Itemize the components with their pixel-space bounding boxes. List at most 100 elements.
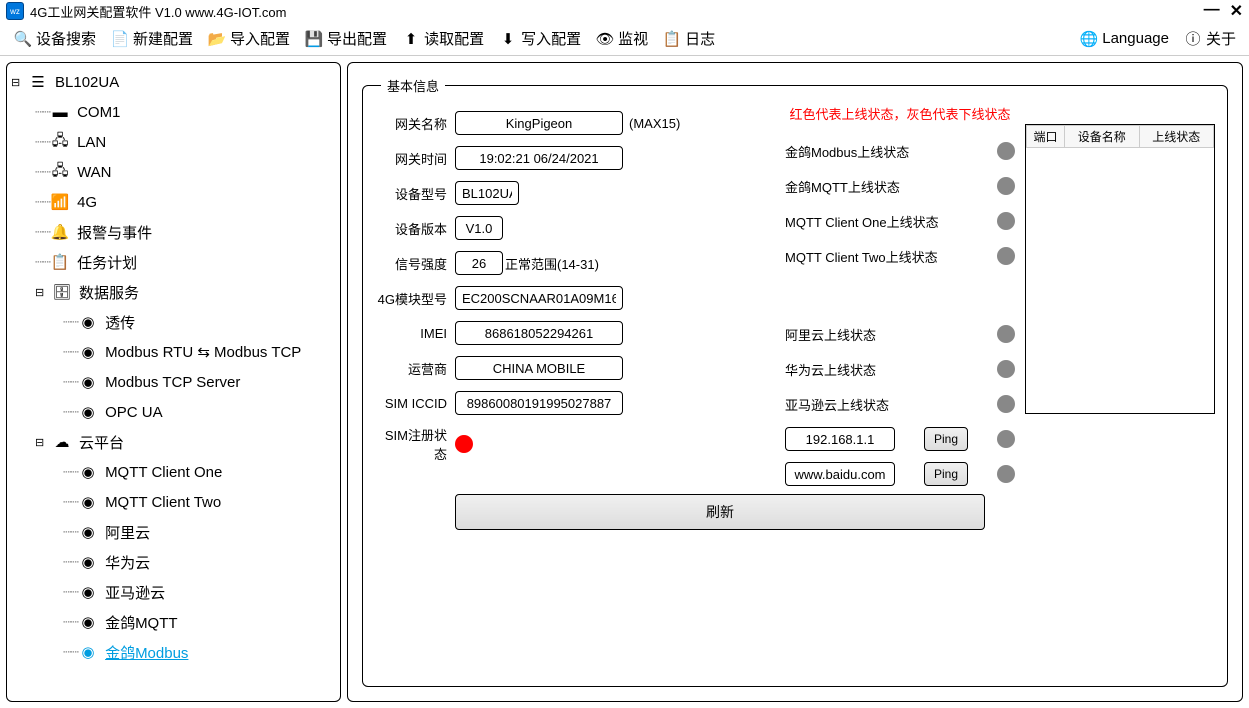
folder-open-icon: 📂 <box>207 29 227 49</box>
tree-node-lan[interactable]: ┈┈🖧LAN <box>7 127 340 157</box>
dot-icon: ◉ <box>77 523 99 541</box>
tree-node-opc-ua[interactable]: ┈┈◉OPC UA <box>7 397 340 427</box>
signal-input[interactable] <box>455 251 503 275</box>
device-status-table[interactable]: 端口 设备名称 上线状态 <box>1025 124 1215 414</box>
tree-label: 金鸽Modbus <box>105 642 188 663</box>
module-input[interactable] <box>455 286 623 310</box>
search-icon: 🔍 <box>13 29 33 49</box>
tree-node-modbus-rtu-tcp[interactable]: ┈┈◉Modbus RTU ⇆ Modbus TCP <box>7 337 340 367</box>
tree-node-4g[interactable]: ┈┈📶4G <box>7 187 340 217</box>
tree-label: 金鸽MQTT <box>105 612 178 633</box>
tree-node-alarm[interactable]: ┈┈🔔报警与事件 <box>7 217 340 247</box>
write-config-button[interactable]: ⬇ 写入配置 <box>491 22 588 55</box>
language-button[interactable]: 🌐 Language <box>1072 22 1176 55</box>
signal-hint: 正常范围(14-31) <box>505 254 599 273</box>
app-icon: wz <box>6 2 24 20</box>
tree-node-modbus-tcp-server[interactable]: ┈┈◉Modbus TCP Server <box>7 367 340 397</box>
info-icon: ⓘ <box>1183 29 1203 49</box>
eye-icon: 👁 <box>595 29 615 49</box>
field-label: 网关名称 <box>375 114 455 133</box>
status-dot <box>997 395 1015 413</box>
tree-node-aws[interactable]: ┈┈◉亚马逊云 <box>7 577 340 607</box>
tree-node-com1[interactable]: ┈┈▬COM1 <box>7 97 340 127</box>
export-config-button[interactable]: 💾 导出配置 <box>297 22 394 55</box>
minimize-button[interactable]: — <box>1204 1 1220 21</box>
download-icon: ⬇ <box>498 29 518 49</box>
status-aliyun: 阿里云上线状态 <box>785 321 1015 347</box>
gateway-name-input[interactable] <box>455 111 623 135</box>
monitor-button[interactable]: 👁 监视 <box>588 22 655 55</box>
table-header-status: 上线状态 <box>1139 126 1214 148</box>
field-label: 网关时间 <box>375 149 455 168</box>
table-header-port: 端口 <box>1027 126 1065 148</box>
tree-node-passthrough[interactable]: ┈┈◉透传 <box>7 307 340 337</box>
tree-node-aliyun[interactable]: ┈┈◉阿里云 <box>7 517 340 547</box>
status-dot <box>997 465 1015 483</box>
ping-button-1[interactable]: Ping <box>924 427 968 451</box>
tree-node-dataservice[interactable]: ⊟🗄数据服务 <box>7 277 340 307</box>
tree-label: MQTT Client One <box>105 464 222 481</box>
tree-label: WAN <box>77 164 111 181</box>
tree-label: 报警与事件 <box>77 222 152 243</box>
tree-node-kp-modbus[interactable]: ┈┈◉金鸽Modbus <box>7 637 340 667</box>
sidebar-tree[interactable]: ⊟ ☰ BL102UA ┈┈▬COM1 ┈┈🖧LAN ┈┈🖧WAN ┈┈📶4G … <box>6 62 341 702</box>
collapse-icon[interactable]: ⊟ <box>35 436 49 449</box>
tree-node-kp-mqtt[interactable]: ┈┈◉金鸽MQTT <box>7 607 340 637</box>
tree-label: 云平台 <box>79 432 124 453</box>
status-label: 金鸽MQTT上线状态 <box>785 177 900 196</box>
tree-node-task[interactable]: ┈┈📋任务计划 <box>7 247 340 277</box>
wan-icon: 🖧 <box>49 160 71 185</box>
new-file-icon: 📄 <box>110 29 130 49</box>
tree-node-mqtt2[interactable]: ┈┈◉MQTT Client Two <box>7 487 340 517</box>
ping-ip-input[interactable] <box>785 427 895 451</box>
translate-icon: 🌐 <box>1079 29 1099 49</box>
save-icon: 💾 <box>304 29 324 49</box>
ping-host-input[interactable] <box>785 462 895 486</box>
field-label: 4G模块型号 <box>375 289 455 308</box>
tree-label: BL102UA <box>55 74 119 91</box>
model-input[interactable] <box>455 181 519 205</box>
version-input[interactable] <box>455 216 503 240</box>
status-kp-modbus: 金鸽Modbus上线状态 <box>785 138 1015 164</box>
tree-node-huawei[interactable]: ┈┈◉华为云 <box>7 547 340 577</box>
gateway-time-input[interactable] <box>455 146 623 170</box>
operator-input[interactable] <box>455 356 623 380</box>
status-label: 亚马逊云上线状态 <box>785 395 889 414</box>
status-dot <box>997 247 1015 265</box>
status-aws: 亚马逊云上线状态 <box>785 391 1015 417</box>
imei-input[interactable] <box>455 321 623 345</box>
tree-label: Modbus TCP Server <box>105 374 240 391</box>
tree-node-root[interactable]: ⊟ ☰ BL102UA <box>7 67 340 97</box>
tree-label: 任务计划 <box>77 252 137 273</box>
collapse-icon[interactable]: ⊟ <box>11 76 25 89</box>
tree-label: LAN <box>77 134 106 151</box>
field-label: 信号强度 <box>375 254 455 273</box>
close-button[interactable]: ✕ <box>1230 1 1243 21</box>
dot-icon: ◉ <box>77 583 99 601</box>
status-kp-mqtt: 金鸽MQTT上线状态 <box>785 173 1015 199</box>
toolbar-label: 导出配置 <box>327 28 387 49</box>
collapse-icon[interactable]: ⊟ <box>35 286 49 299</box>
toolbar-label: Language <box>1102 30 1169 47</box>
field-label: 设备型号 <box>375 184 455 203</box>
signal-icon: 📶 <box>49 193 71 211</box>
log-button[interactable]: 📋 日志 <box>655 22 722 55</box>
ping-button-2[interactable]: Ping <box>924 462 968 486</box>
field-label: 设备版本 <box>375 219 455 238</box>
dot-icon: ◉ <box>77 553 99 571</box>
dot-icon: ◉ <box>77 313 99 331</box>
about-button[interactable]: ⓘ 关于 <box>1176 22 1243 55</box>
status-label: 华为云上线状态 <box>785 360 876 379</box>
tree-node-cloud[interactable]: ⊟☁云平台 <box>7 427 340 457</box>
device-search-button[interactable]: 🔍 设备搜索 <box>6 22 103 55</box>
checklist-icon: 📋 <box>49 253 71 271</box>
toolbar-label: 新建配置 <box>133 28 193 49</box>
new-config-button[interactable]: 📄 新建配置 <box>103 22 200 55</box>
clipboard-icon: 📋 <box>662 29 682 49</box>
toolbar-label: 读取配置 <box>424 28 484 49</box>
tree-node-wan[interactable]: ┈┈🖧WAN <box>7 157 340 187</box>
read-config-button[interactable]: ⬆ 读取配置 <box>394 22 491 55</box>
tree-node-mqtt1[interactable]: ┈┈◉MQTT Client One <box>7 457 340 487</box>
iccid-input[interactable] <box>455 391 623 415</box>
import-config-button[interactable]: 📂 导入配置 <box>200 22 297 55</box>
